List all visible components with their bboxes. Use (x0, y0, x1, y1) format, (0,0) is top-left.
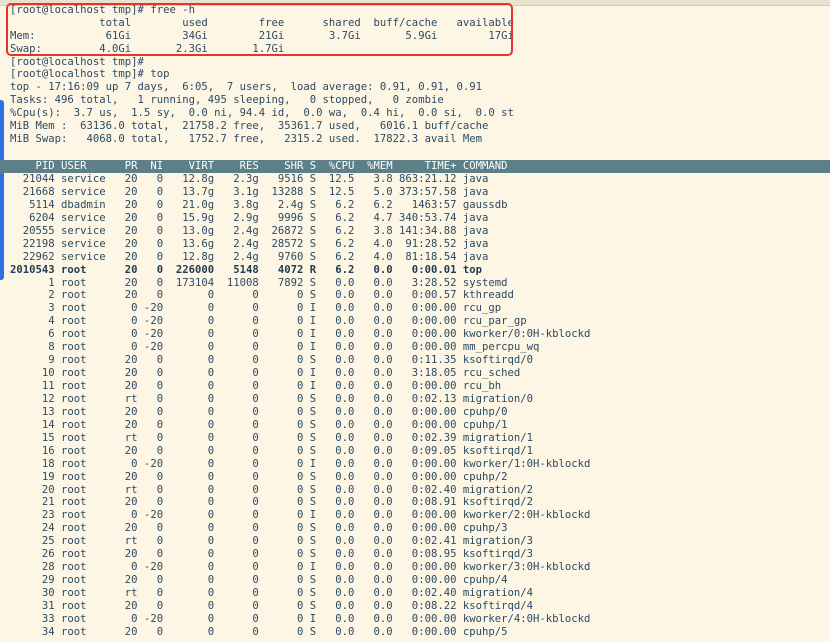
process-row: 20555 service 20 0 13.0g 2.4g 26872 S 6.… (10, 224, 489, 237)
prompt-line: [root@localhost tmp]# (10, 55, 144, 68)
free-command-line: [root@localhost tmp]# free -h (10, 4, 195, 16)
process-row: 8 root 0 -20 0 0 0 I 0.0 0.0 0:00.00 mm_… (10, 341, 540, 354)
process-row: 9 root 20 0 0 0 0 S 0.0 0.0 0:11.35 ksof… (10, 354, 533, 367)
process-row: 18 root 0 -20 0 0 0 I 0.0 0.0 0:00.00 kw… (10, 457, 591, 470)
process-row: 26 root 20 0 0 0 0 S 0.0 0.0 0:08.95 kso… (10, 548, 533, 561)
process-table: 21044 service 20 0 12.8g 2.3g 9516 S 12.… (10, 173, 830, 639)
process-row: 6 root 0 -20 0 0 0 I 0.0 0.0 0:00.00 kwo… (10, 328, 591, 341)
process-row: 2 root 20 0 0 0 0 S 0.0 0.0 0:00.57 kthr… (10, 289, 514, 302)
top-mem-line: MiB Mem : 63136.0 total, 21758.2 free, 3… (10, 120, 489, 133)
terminal-output: [root@localhost tmp]# free -h total used… (10, 4, 830, 146)
process-row: 22198 service 20 0 13.6g 2.4g 28572 S 6.… (10, 237, 489, 250)
process-row: 25 root rt 0 0 0 0 S 0.0 0.0 0:02.41 mig… (10, 535, 533, 548)
process-row: 4 root 0 -20 0 0 0 I 0.0 0.0 0:00.00 rcu… (10, 315, 527, 328)
process-row: 12 root rt 0 0 0 0 S 0.0 0.0 0:02.13 mig… (10, 392, 533, 405)
process-row: 10 root 20 0 0 0 0 I 0.0 0.0 3:18.05 rcu… (10, 367, 521, 380)
process-row: 11 root 20 0 0 0 0 I 0.0 0.0 0:00.00 rcu… (10, 380, 502, 392)
process-row: 6204 service 20 0 15.9g 2.9g 9996 S 6.2 … (10, 211, 489, 224)
side-panel-tab[interactable] (0, 100, 4, 280)
process-row: 1 root 20 0 173104 11008 7892 S 0.0 0.0 … (10, 276, 508, 289)
process-row: 13 root 20 0 0 0 0 S 0.0 0.0 0:00.00 cpu… (10, 405, 508, 418)
terminal-scrollbar[interactable] (824, 0, 830, 642)
terminal-window[interactable]: [root@localhost tmp]# free -h total used… (0, 0, 830, 642)
process-row: 16 root 20 0 0 0 0 S 0.0 0.0 0:09.05 kso… (10, 444, 533, 457)
process-row: 21044 service 20 0 12.8g 2.3g 9516 S 12.… (10, 173, 489, 185)
process-row: 14 root 20 0 0 0 0 S 0.0 0.0 0:00.00 cpu… (10, 418, 508, 431)
top-tasks-line: Tasks: 496 total, 1 running, 495 sleepin… (10, 94, 444, 107)
free-swap-line: Swap: 4.0Gi 2.3Gi 1.7Gi (10, 42, 285, 55)
process-table-header: PID USER PR NI VIRT RES SHR S %CPU %MEM … (10, 160, 508, 172)
process-row: 20 root rt 0 0 0 0 S 0.0 0.0 0:02.40 mig… (10, 483, 533, 496)
process-row: 33 root 0 -20 0 0 0 I 0.0 0.0 0:00.00 kw… (10, 612, 591, 625)
top-swap-line: MiB Swap: 4068.0 total, 1752.7 free, 231… (10, 132, 482, 145)
process-row: 21 root 20 0 0 0 0 S 0.0 0.0 0:08.91 kso… (10, 496, 533, 509)
top-cpu-line: %Cpu(s): 3.7 us, 1.5 sy, 0.0 ni, 94.4 id… (10, 107, 514, 120)
top-command-line: [root@localhost tmp]# top (10, 68, 170, 81)
process-row: 22962 service 20 0 12.8g 2.4g 9760 S 6.2… (10, 250, 489, 263)
process-row: 24 root 20 0 0 0 0 S 0.0 0.0 0:00.00 cpu… (10, 522, 508, 535)
process-row: 3 root 0 -20 0 0 0 I 0.0 0.0 0:00.00 rcu… (10, 302, 502, 315)
free-mem-line: Mem: 61Gi 34Gi 21Gi 3.7Gi 5.9Gi 17Gi (10, 29, 514, 42)
process-row: 31 root 20 0 0 0 0 S 0.0 0.0 0:08.22 kso… (10, 599, 533, 612)
process-row: 2010543 root 20 0 226000 5148 4072 R 6.2… (10, 263, 482, 276)
free-header-line: total used free shared buff/cache availa… (10, 16, 514, 29)
process-row: 23 root 0 -20 0 0 0 I 0.0 0.0 0:00.00 kw… (10, 509, 591, 522)
top-uptime-line: top - 17:16:09 up 7 days, 6:05, 7 users,… (10, 81, 482, 94)
process-row: 21668 service 20 0 13.7g 3.1g 13288 S 12… (10, 185, 489, 198)
process-row: 34 root 20 0 0 0 0 S 0.0 0.0 0:00.00 cpu… (10, 625, 508, 638)
process-row: 5114 dbadmin 20 0 21.0g 3.8g 2.4g S 6.2 … (10, 198, 508, 211)
process-row: 29 root 20 0 0 0 0 S 0.0 0.0 0:00.00 cpu… (10, 574, 508, 587)
process-row: 30 root rt 0 0 0 0 S 0.0 0.0 0:02.40 mig… (10, 587, 533, 599)
process-row: 15 root rt 0 0 0 0 S 0.0 0.0 0:02.39 mig… (10, 431, 533, 444)
process-row: 19 root 20 0 0 0 0 S 0.0 0.0 0:00.00 cpu… (10, 470, 508, 483)
process-row: 28 root 0 -20 0 0 0 I 0.0 0.0 0:00.00 kw… (10, 561, 591, 574)
